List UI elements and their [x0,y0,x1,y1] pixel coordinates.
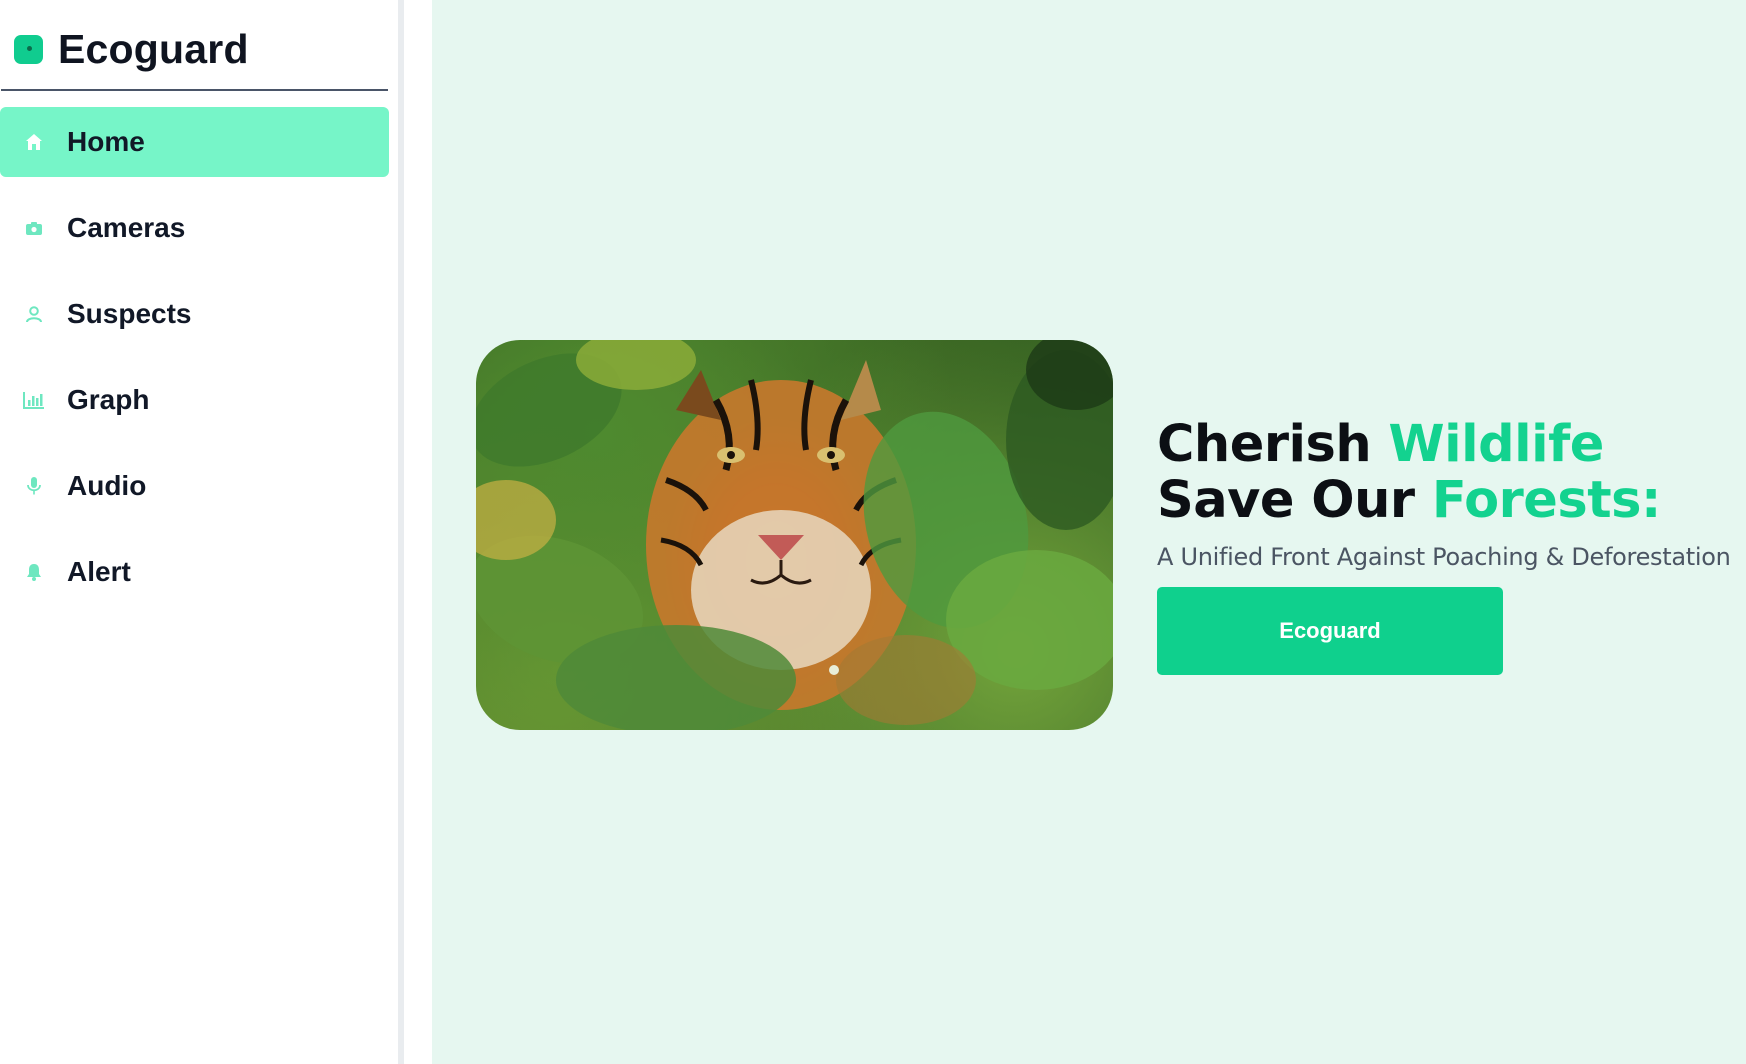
sidebar-item-label: Graph [67,384,150,415]
sidebar-item-home[interactable]: Home [0,107,389,177]
microphone-icon [22,474,46,498]
sidebar-item-label: Cameras [67,212,186,243]
sidebar-item-label: Home [67,126,145,157]
sidebar-nav: Home Cameras Suspects Graph Audio Alert [0,107,389,623]
sidebar-item-audio[interactable]: Audio [0,451,389,521]
leaf-logo-icon [14,34,43,64]
sidebar-item-alert[interactable]: Alert [0,537,389,607]
sidebar-gutter [404,0,432,1064]
hero-title: Cherish Wildlife Save Our Forests: [1157,417,1737,529]
sidebar-item-suspects[interactable]: Suspects [0,279,389,349]
tiger-in-foliage-illustration [476,340,1113,730]
brand-divider [1,89,388,91]
brand-name: Ecoguard [58,25,249,72]
brand[interactable]: Ecoguard [14,26,249,72]
sidebar: Ecoguard Home Cameras Suspects Graph Aud… [0,0,398,1064]
hero-title-accent1: Wildlife [1388,415,1604,475]
sidebar-item-graph[interactable]: Graph [0,365,389,435]
sidebar-item-cameras[interactable]: Cameras [0,193,389,263]
hero-subtitle: A Unified Front Against Poaching & Defor… [1157,543,1731,571]
sidebar-item-label: Alert [67,556,131,587]
hero-title-part1: Cherish [1157,415,1389,475]
home-icon [22,130,46,154]
camera-icon [22,216,46,240]
user-icon [22,302,46,326]
ecoguard-cta-button[interactable]: Ecoguard [1157,587,1503,675]
hero-title-part2: Save Our [1157,471,1432,531]
hero-image [476,340,1113,730]
bell-icon [22,560,46,584]
sidebar-item-label: Suspects [67,298,192,329]
hero-title-accent2: Forests: [1431,471,1662,531]
bar-chart-icon [22,388,46,412]
sidebar-item-label: Audio [67,470,147,501]
